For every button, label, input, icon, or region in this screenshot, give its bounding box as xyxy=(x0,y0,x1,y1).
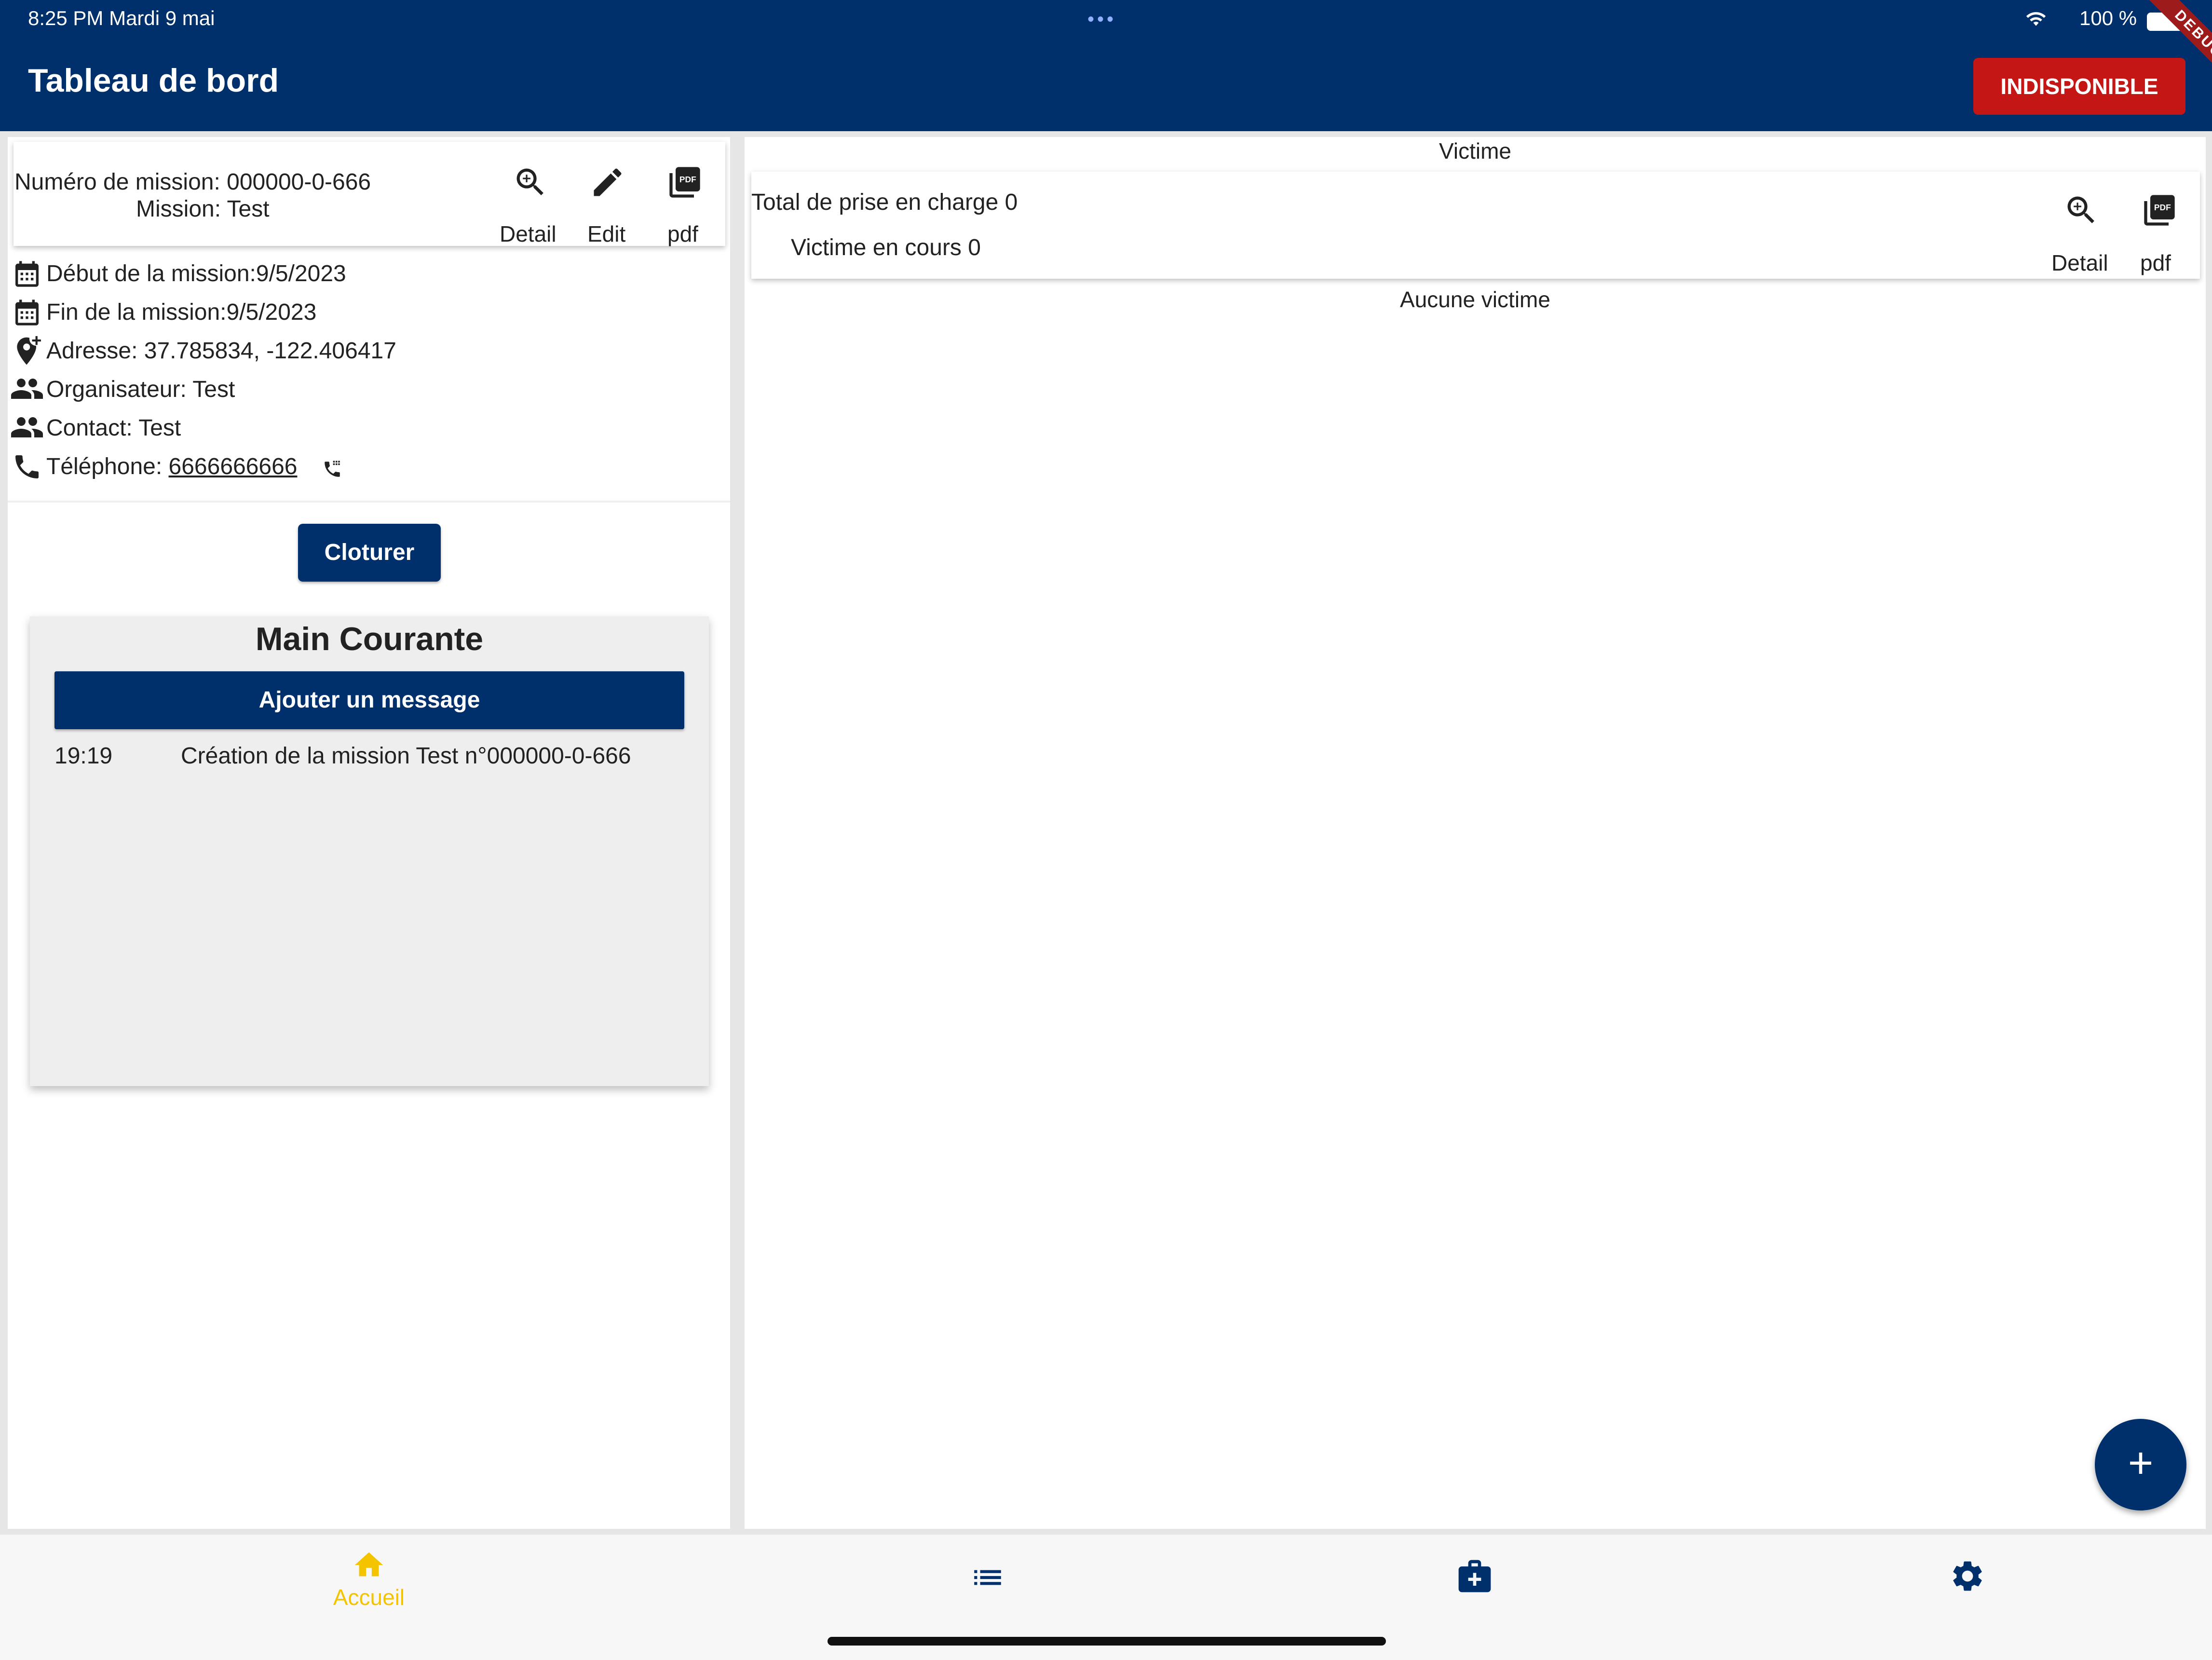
mission-organizer: Organisateur: Test xyxy=(46,377,235,402)
list-icon xyxy=(964,1560,1012,1598)
home-icon xyxy=(309,1548,429,1584)
log-entry-message: Création de la mission Test n°000000-0-6… xyxy=(181,743,631,769)
close-mission-button[interactable]: Cloturer xyxy=(298,524,441,582)
calendar-icon xyxy=(12,297,42,328)
phone-icon xyxy=(12,451,42,482)
pdf-label[interactable]: pdf xyxy=(667,221,698,247)
pdf-icon[interactable]: PDF xyxy=(2141,192,2178,229)
add-message-button[interactable]: Ajouter un message xyxy=(54,671,684,729)
victim-pdf-label[interactable]: pdf xyxy=(2140,250,2171,276)
phone-row: Téléphone: 6666666666 xyxy=(46,453,297,480)
mission-number: Numéro de mission: 000000-0-666 xyxy=(14,169,371,195)
svg-text:PDF: PDF xyxy=(679,175,696,184)
phone-link[interactable]: 6666666666 xyxy=(169,454,298,479)
settings-icon xyxy=(1943,1558,1992,1597)
people-icon xyxy=(10,373,44,404)
add-location-icon xyxy=(12,335,44,367)
mission-address: Adresse: 37.785834, -122.406417 xyxy=(46,338,396,364)
page-title: Tableau de bord xyxy=(28,62,279,99)
multitask-dots[interactable]: ••• xyxy=(1087,9,1116,30)
nav-label-accueil: Accueil xyxy=(333,1585,405,1610)
edit-icon[interactable] xyxy=(589,164,626,201)
mission-name: Mission: Test xyxy=(136,196,270,222)
availability-button[interactable]: INDISPONIBLE xyxy=(1973,58,2185,115)
pdf-icon[interactable]: PDF xyxy=(666,164,703,201)
battery-percent: 100 % xyxy=(2079,7,2137,29)
nav-item-settings[interactable] xyxy=(1943,1558,1992,1597)
wifi-icon xyxy=(2025,11,2047,29)
zoom-in-icon[interactable] xyxy=(512,164,549,201)
no-victim-text: Aucune victime xyxy=(1400,287,1550,312)
nav-item-list[interactable] xyxy=(964,1560,1012,1598)
mission-end: Fin de la mission:9/5/2023 xyxy=(46,299,317,325)
victim-panel xyxy=(745,137,2206,1529)
victim-detail-label[interactable]: Detail xyxy=(2051,250,2108,276)
nav-item-accueil[interactable]: Accueil xyxy=(309,1548,429,1610)
mission-contact: Contact: Test xyxy=(46,415,181,441)
divider xyxy=(8,501,730,503)
detail-label[interactable]: Detail xyxy=(500,221,556,247)
calendar-icon xyxy=(12,259,42,289)
edit-label[interactable]: Edit xyxy=(587,221,625,247)
add-victim-fab[interactable]: + xyxy=(2095,1419,2186,1510)
mission-start: Début de la mission:9/5/2023 xyxy=(46,261,346,286)
home-indicator[interactable] xyxy=(828,1637,1386,1646)
status-bar: 8:25 PM Mardi 9 mai ••• 100 % xyxy=(0,0,2212,39)
medical-kit-icon xyxy=(1451,1557,1499,1598)
log-entry-time: 19:19 xyxy=(54,743,113,769)
main-courante-title: Main Courante xyxy=(255,621,484,657)
phone-label: Téléphone: xyxy=(46,454,169,479)
people-icon xyxy=(10,412,44,443)
status-time: 8:25 PM Mardi 9 mai xyxy=(28,7,215,29)
svg-text:PDF: PDF xyxy=(2154,203,2171,212)
victim-total: Total de prise en charge 0 xyxy=(751,190,1018,215)
nav-item-medical[interactable] xyxy=(1451,1557,1499,1598)
victim-title: Victime xyxy=(1439,138,1511,163)
zoom-in-icon[interactable] xyxy=(2063,192,2100,229)
dialpad-phone-icon[interactable] xyxy=(322,459,342,482)
victim-in-progress: Victime en cours 0 xyxy=(791,235,981,260)
victim-summary-card xyxy=(751,172,2200,279)
